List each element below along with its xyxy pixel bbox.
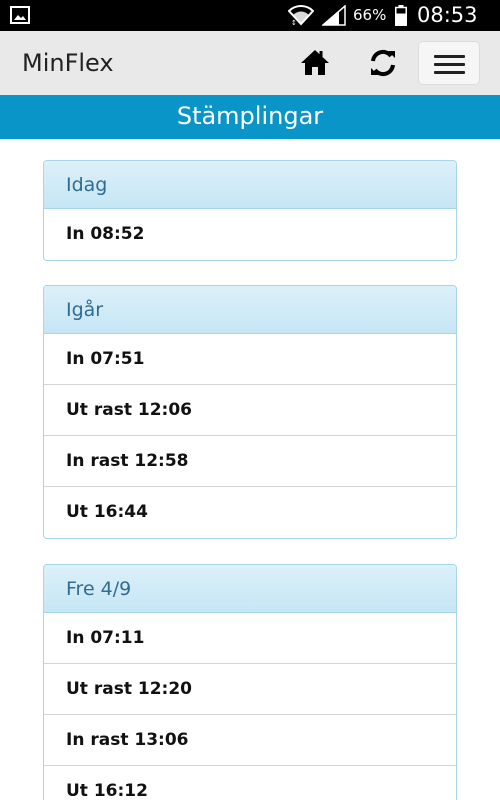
gallery-icon: [10, 6, 30, 24]
list-item[interactable]: Ut 16:44: [44, 487, 456, 538]
refresh-icon: [371, 49, 395, 77]
app-title: MinFlex: [22, 49, 114, 77]
list-item[interactable]: Ut rast 12:20: [44, 664, 456, 715]
list-item[interactable]: In 08:52: [44, 209, 456, 260]
list-item[interactable]: In 07:51: [44, 334, 456, 385]
day-panel-fri: Fre 4/9 In 07:11 Ut rast 12:20 In rast 1…: [43, 564, 457, 800]
wifi-icon: ↕: [288, 5, 314, 26]
day-panel-today: Idag In 08:52: [43, 160, 457, 261]
refresh-button[interactable]: [364, 46, 402, 80]
list-item[interactable]: In rast 13:06: [44, 715, 456, 766]
day-panel-header: Idag: [44, 161, 456, 209]
day-panel-header: Fre 4/9: [44, 565, 456, 613]
signal-icon: [322, 5, 346, 26]
home-button[interactable]: [296, 46, 334, 80]
list-item[interactable]: Ut rast 12:06: [44, 385, 456, 436]
list-item[interactable]: In 07:11: [44, 613, 456, 664]
list-item[interactable]: Ut 16:12: [44, 766, 456, 800]
day-panel-header: Igår: [44, 286, 456, 334]
battery-percent: 66%: [353, 6, 387, 24]
status-bar: ↕ 66% 08:53: [0, 0, 500, 31]
clock: 08:53: [417, 3, 478, 27]
list-item[interactable]: In rast 12:58: [44, 436, 456, 487]
battery-icon: [395, 5, 407, 26]
menu-button[interactable]: [418, 41, 480, 85]
home-icon: [301, 50, 329, 75]
app-header: MinFlex: [0, 31, 500, 95]
day-panel-yesterday: Igår In 07:51 Ut rast 12:06 In rast 12:5…: [43, 285, 457, 539]
page-title: Stämplingar: [0, 95, 500, 139]
svg-text:↕: ↕: [291, 19, 297, 26]
